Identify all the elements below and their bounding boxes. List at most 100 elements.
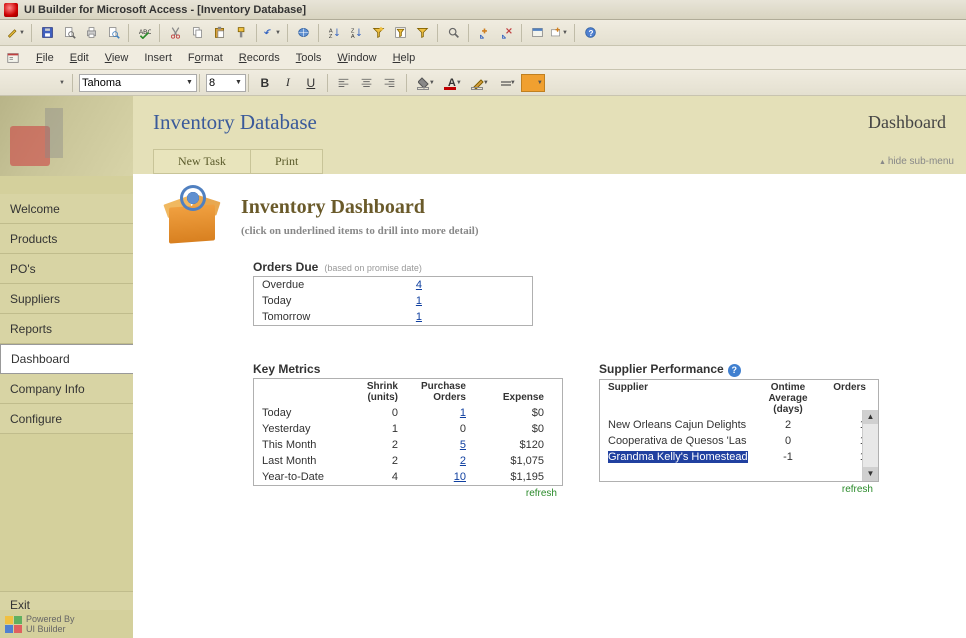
nav-suppliers[interactable]: Suppliers bbox=[0, 284, 133, 314]
line-width-button[interactable]: ▼ bbox=[494, 74, 518, 92]
tomorrow-link[interactable]: 1 bbox=[416, 311, 422, 323]
main-content: Inventory Database Dashboard New Task Pr… bbox=[133, 96, 966, 638]
sort-asc-button[interactable]: AZ bbox=[324, 23, 344, 43]
filter-selection-button[interactable] bbox=[368, 23, 388, 43]
help-icon[interactable]: ? bbox=[728, 364, 741, 377]
format-painter-button[interactable] bbox=[231, 23, 251, 43]
nav-products[interactable]: Products bbox=[0, 224, 133, 254]
find-button[interactable] bbox=[443, 23, 463, 43]
align-center-button[interactable] bbox=[357, 73, 377, 93]
menu-edit[interactable]: Edit bbox=[62, 49, 97, 67]
fill-color-button[interactable]: ▼ bbox=[413, 74, 437, 92]
menu-bar: File Edit View Insert Format Records Too… bbox=[0, 46, 966, 70]
overdue-link[interactable]: 4 bbox=[416, 279, 422, 291]
col-expense: Expense bbox=[466, 392, 544, 403]
font-selector[interactable] bbox=[79, 74, 197, 92]
help-button[interactable]: ? bbox=[580, 23, 600, 43]
supplier-scrollbar[interactable]: ▲▼ bbox=[862, 410, 878, 481]
new-object-button[interactable]: ▼ bbox=[549, 23, 569, 43]
font-color-button[interactable]: A▼ bbox=[440, 74, 464, 92]
sidebar: Welcome Products PO's Suppliers Reports … bbox=[0, 96, 133, 638]
orders-due-label: Orders Due(based on promise date) bbox=[253, 260, 946, 274]
nav-reports[interactable]: Reports bbox=[0, 314, 133, 344]
apply-filter-button[interactable] bbox=[412, 23, 432, 43]
nav-dashboard[interactable]: Dashboard bbox=[0, 344, 133, 374]
formatting-toolbar: ▼ ▼ ▼ B I U ▼ A▼ ▼ ▼ ▼ bbox=[0, 70, 966, 96]
copy-button[interactable] bbox=[187, 23, 207, 43]
menu-window[interactable]: Window bbox=[329, 49, 384, 67]
standard-toolbar: ▼ ABC ▼ AZ ZA ▼ ? bbox=[0, 20, 966, 46]
menu-format[interactable]: Format bbox=[180, 49, 231, 67]
font-size-selector[interactable] bbox=[206, 74, 246, 92]
nav-configure[interactable]: Configure bbox=[0, 404, 133, 434]
design-view-button[interactable]: ▼ bbox=[6, 23, 26, 43]
today-link[interactable]: 1 bbox=[416, 295, 422, 307]
dashboard-title: Inventory Dashboard bbox=[241, 196, 479, 219]
sp-refresh-link[interactable]: refresh bbox=[599, 482, 879, 495]
align-right-button[interactable] bbox=[380, 73, 400, 93]
save-button[interactable] bbox=[37, 23, 57, 43]
supplier-row: Cooperativa de Quesos 'Las01 bbox=[600, 433, 878, 449]
page-section: Dashboard bbox=[868, 112, 946, 133]
km-refresh-link[interactable]: refresh bbox=[253, 486, 563, 499]
supplier-row: Grandma Kelly's Homestead-11 bbox=[600, 449, 878, 465]
uibuilder-logo-icon bbox=[4, 615, 22, 633]
delete-record-button[interactable] bbox=[496, 23, 516, 43]
new-task-button[interactable]: New Task bbox=[153, 149, 251, 174]
cut-button[interactable] bbox=[165, 23, 185, 43]
sidebar-image bbox=[0, 96, 133, 176]
undo-button[interactable]: ▼ bbox=[262, 23, 282, 43]
menu-records[interactable]: Records bbox=[231, 49, 288, 67]
scroll-up-icon[interactable]: ▲ bbox=[863, 410, 878, 424]
page-title: Inventory Database bbox=[153, 110, 317, 135]
menu-view[interactable]: View bbox=[97, 49, 137, 67]
database-window-button[interactable] bbox=[527, 23, 547, 43]
bold-button[interactable]: B bbox=[255, 73, 275, 93]
col-po: PurchaseOrders bbox=[398, 381, 466, 403]
underline-button[interactable]: U bbox=[301, 73, 321, 93]
orders-due-row: Today1 bbox=[254, 293, 532, 309]
line-color-button[interactable]: ▼ bbox=[467, 74, 491, 92]
app-icon bbox=[4, 3, 18, 17]
svg-text:Z: Z bbox=[328, 34, 332, 39]
page-header: Inventory Database Dashboard bbox=[133, 96, 966, 148]
key-metrics-table: Shrink(units) PurchaseOrders Expense Tod… bbox=[253, 378, 563, 486]
object-selector[interactable]: ▼ bbox=[6, 73, 66, 93]
orders-due-row: Overdue4 bbox=[254, 277, 532, 293]
svg-text:?: ? bbox=[588, 29, 593, 38]
orders-due-table: Overdue4 Today1 Tomorrow1 bbox=[253, 276, 533, 326]
file-search-button[interactable] bbox=[59, 23, 79, 43]
dashboard-icon bbox=[161, 188, 223, 246]
menu-tools[interactable]: Tools bbox=[288, 49, 330, 67]
supplier-perf-table: Supplier Ontime Average(days) Orders New… bbox=[599, 379, 879, 482]
nav-pos[interactable]: PO's bbox=[0, 254, 133, 284]
supplier-row: New Orleans Cajun Delights21 bbox=[600, 417, 878, 433]
filter-form-button[interactable] bbox=[390, 23, 410, 43]
action-bar: New Task Print hide sub-menu bbox=[133, 148, 966, 174]
print-preview-button[interactable] bbox=[103, 23, 123, 43]
nav-welcome[interactable]: Welcome bbox=[0, 194, 133, 224]
hide-submenu-link[interactable]: hide sub-menu bbox=[879, 156, 954, 167]
key-metrics-label: Key Metrics bbox=[253, 362, 563, 376]
powered-by-footer: Powered ByUI Builder bbox=[0, 610, 133, 638]
print-button[interactable] bbox=[81, 23, 101, 43]
sort-desc-button[interactable]: ZA bbox=[346, 23, 366, 43]
form-icon bbox=[4, 49, 22, 67]
print-action-button[interactable]: Print bbox=[251, 149, 323, 174]
po-link[interactable]: 10 bbox=[454, 471, 466, 483]
menu-insert[interactable]: Insert bbox=[136, 49, 180, 67]
italic-button[interactable]: I bbox=[278, 73, 298, 93]
special-effect-button[interactable]: ▼ bbox=[521, 74, 545, 92]
svg-text:A: A bbox=[350, 34, 354, 39]
menu-help[interactable]: Help bbox=[385, 49, 424, 67]
scroll-down-icon[interactable]: ▼ bbox=[863, 467, 878, 481]
paste-button[interactable] bbox=[209, 23, 229, 43]
col-ontime: Ontime Average(days) bbox=[758, 382, 818, 415]
menu-file[interactable]: File bbox=[28, 49, 62, 67]
nav-company-info[interactable]: Company Info bbox=[0, 374, 133, 404]
spelling-button[interactable]: ABC bbox=[134, 23, 154, 43]
col-shrink: Shrink(units) bbox=[350, 381, 398, 403]
align-left-button[interactable] bbox=[334, 73, 354, 93]
link-button[interactable] bbox=[293, 23, 313, 43]
new-record-button[interactable] bbox=[474, 23, 494, 43]
